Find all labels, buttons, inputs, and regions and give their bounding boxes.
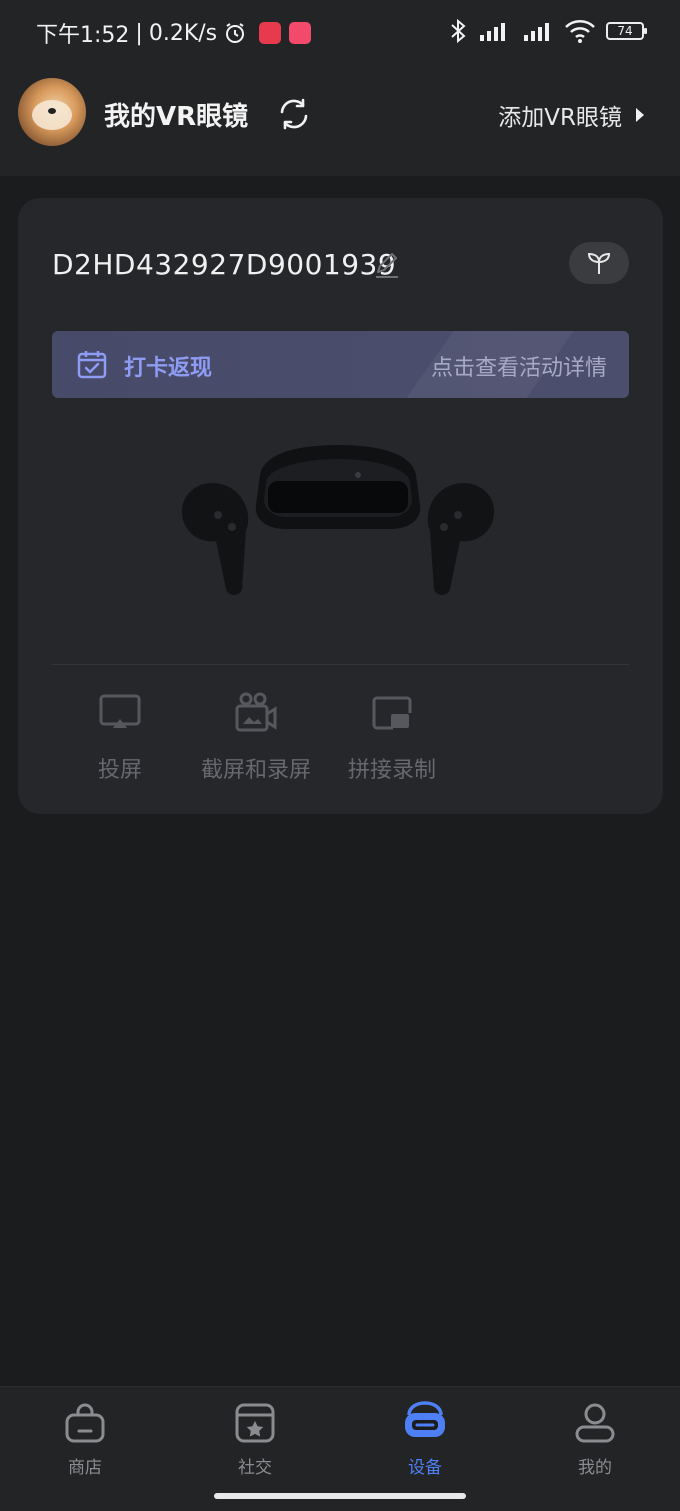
avatar[interactable] bbox=[18, 78, 86, 146]
tab-social-label: 社交 bbox=[238, 1458, 272, 1478]
vr-headset-image bbox=[181, 445, 495, 595]
signal-icon bbox=[480, 23, 505, 41]
screenshot-record-label: 截屏和录屏 bbox=[200, 758, 311, 783]
cast-label: 投屏 bbox=[97, 758, 142, 783]
device-card: D2HD432927D9001939 打卡返现 点击查看活动详情 投屏 截屏和录… bbox=[18, 198, 663, 814]
eco-mode-button[interactable] bbox=[569, 242, 629, 284]
checkin-cashback-banner[interactable]: 打卡返现 点击查看活动详情 bbox=[52, 331, 629, 398]
profile-icon bbox=[575, 1403, 615, 1443]
shop-icon bbox=[65, 1403, 105, 1443]
sync-icon[interactable] bbox=[276, 96, 312, 132]
sprout-icon bbox=[587, 252, 611, 274]
notification-app-icon bbox=[289, 22, 312, 44]
status-bar: 下午1:52 | 0.2K/s 74 bbox=[0, 0, 680, 66]
tab-profile-label: 我的 bbox=[578, 1458, 612, 1478]
banner-title: 打卡返现 bbox=[124, 356, 213, 381]
tab-social[interactable]: 社交 bbox=[170, 1399, 340, 1478]
banner-link: 点击查看活动详情 bbox=[430, 356, 607, 381]
status-speed: 0.2K/s bbox=[148, 20, 218, 46]
header: 我的VR眼镜 添加VR眼镜 bbox=[0, 66, 680, 176]
page-title: 我的VR眼镜 bbox=[104, 102, 249, 132]
status-time: 下午1:52 bbox=[36, 23, 130, 48]
tab-profile[interactable]: 我的 bbox=[510, 1399, 680, 1478]
tab-shop-label: 商店 bbox=[68, 1458, 102, 1478]
screenshot-record-button[interactable]: 截屏和录屏 bbox=[190, 690, 322, 784]
cast-screen-button[interactable]: 投屏 bbox=[80, 690, 160, 784]
edit-icon[interactable] bbox=[372, 250, 402, 280]
signal-icon bbox=[524, 23, 549, 41]
splice-record-label: 拼接录制 bbox=[347, 758, 436, 783]
add-vr-glasses-label: 添加VR眼镜 bbox=[498, 105, 622, 131]
screenshot-record-icon bbox=[235, 692, 277, 732]
notification-app-icon bbox=[259, 22, 282, 44]
status-separator: | bbox=[135, 20, 143, 46]
device-name: D2HD432927D9001939 bbox=[52, 248, 397, 281]
home-indicator[interactable] bbox=[214, 1493, 466, 1499]
bluetooth-icon bbox=[451, 18, 466, 44]
caret-right-icon bbox=[636, 108, 644, 122]
add-vr-glasses-button[interactable]: 添加VR眼镜 bbox=[498, 98, 646, 132]
wifi-icon bbox=[565, 20, 595, 43]
tab-device[interactable]: 设备 bbox=[340, 1399, 510, 1478]
status-left: 下午1:52 | 0.2K/s bbox=[36, 17, 312, 49]
calendar-check-icon bbox=[77, 351, 107, 379]
splice-record-button[interactable]: 拼接录制 bbox=[342, 690, 442, 784]
tab-shop[interactable]: 商店 bbox=[0, 1399, 170, 1478]
vr-device-icon bbox=[405, 1401, 445, 1437]
splice-record-icon bbox=[372, 696, 412, 730]
status-right: 74 bbox=[450, 18, 647, 44]
card-divider bbox=[52, 664, 629, 665]
social-icon bbox=[235, 1403, 275, 1443]
alarm-icon bbox=[226, 23, 245, 43]
battery-indicator: 74 bbox=[606, 22, 647, 40]
cast-icon bbox=[99, 694, 141, 728]
tab-device-label: 设备 bbox=[408, 1458, 442, 1478]
